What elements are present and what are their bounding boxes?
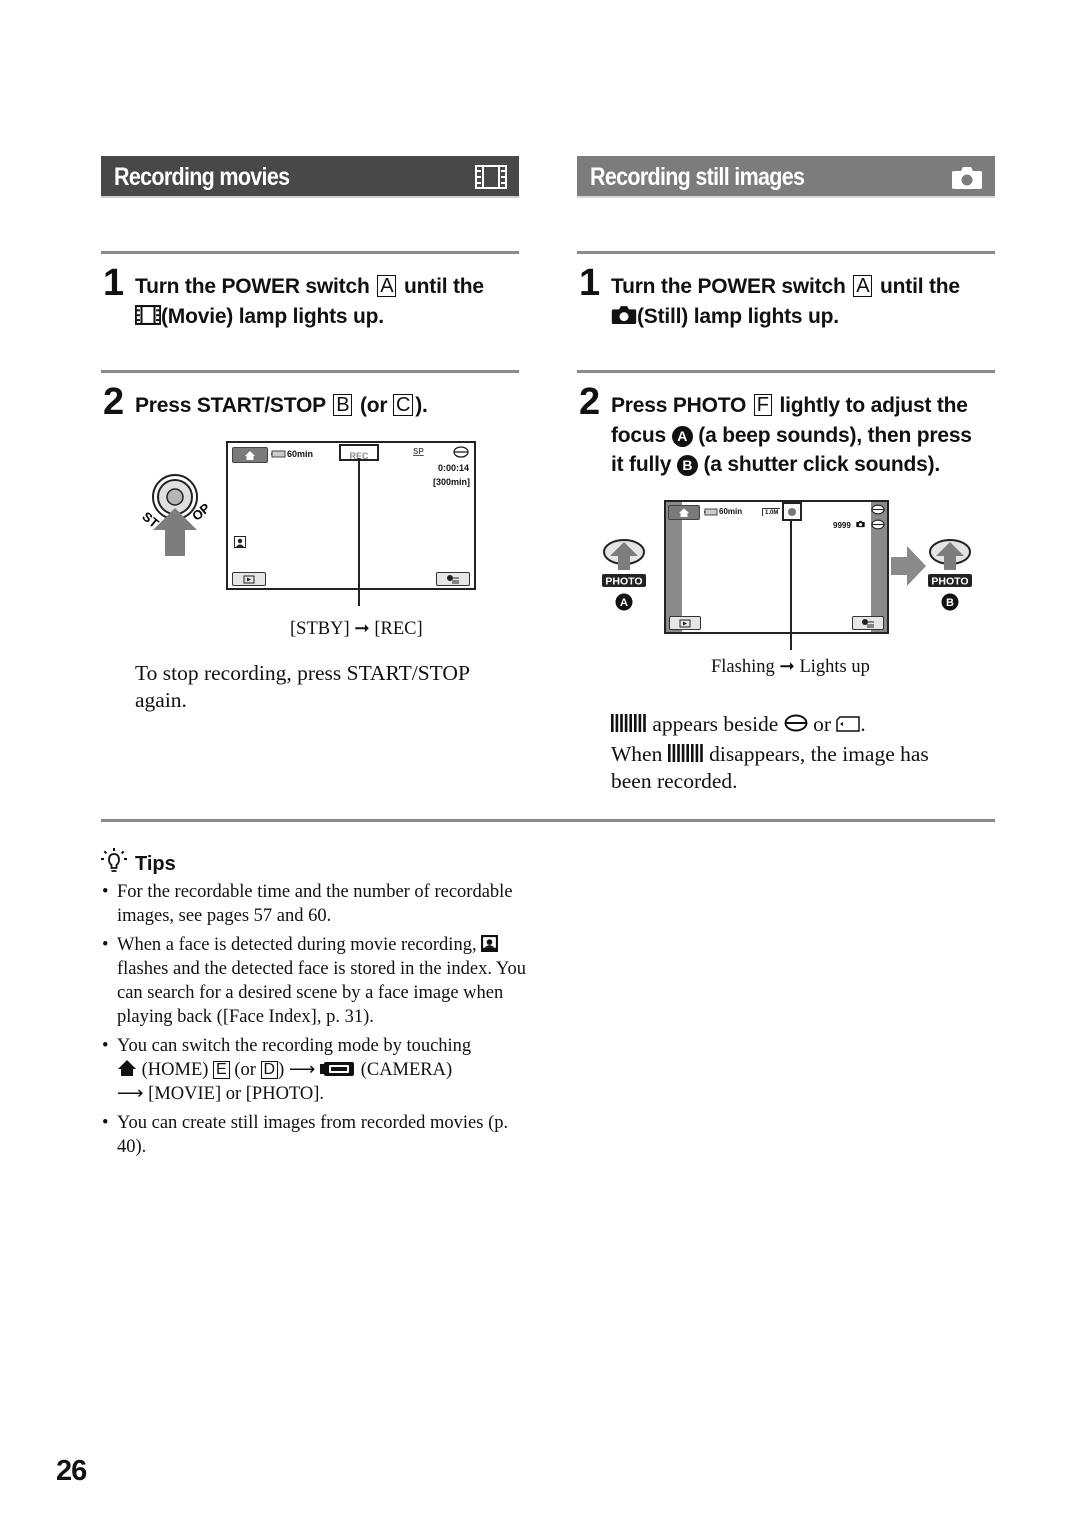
focus-caption: Flashing ➞ Lights up xyxy=(711,657,870,677)
divider xyxy=(101,370,519,373)
section-title-still: Recording still images xyxy=(590,163,805,191)
recording-note: appears beside or . When disappears, the… xyxy=(611,712,929,793)
step-2-instruction: Press PHOTO F lightly to adjust the focu… xyxy=(611,394,972,476)
focus-indicator xyxy=(782,502,802,521)
arrow-right-icon: ⟶ xyxy=(117,1084,144,1104)
camera-icon xyxy=(856,520,865,528)
step-2-instruction: Press START/STOP B (or C). xyxy=(135,394,428,417)
section-title-movies: Recording movies xyxy=(114,163,290,191)
tip-item: • When a face is detected during movie r… xyxy=(102,935,526,1027)
photo-label: PHOTO xyxy=(931,576,968,588)
tips-header: Tips xyxy=(101,848,176,876)
divider xyxy=(101,819,995,822)
home-icon xyxy=(245,451,255,460)
stop-recording-note: To stop recording, press START/STOP agai… xyxy=(135,661,470,712)
rec-caption: [STBY] ➞ [REC] xyxy=(290,619,423,639)
callout-line xyxy=(358,458,360,606)
photo-button-half-press-illustration: PHOTO A xyxy=(602,539,646,611)
key-b: B xyxy=(333,394,353,416)
hdd-icon xyxy=(784,714,808,732)
battery-icon xyxy=(271,450,286,458)
option-icon xyxy=(862,619,874,628)
recording-time: 0:00:14 xyxy=(437,463,469,473)
remaining-time: [300min] xyxy=(432,477,470,487)
playback-button[interactable] xyxy=(232,572,266,586)
key-f: F xyxy=(753,394,772,416)
option-button[interactable] xyxy=(436,572,470,586)
film-icon xyxy=(475,165,507,189)
label-a: A xyxy=(620,597,628,609)
section-header-movies: Recording movies xyxy=(101,156,519,198)
home-icon xyxy=(679,508,689,517)
key-e: E xyxy=(213,1061,230,1079)
page-number: 26 xyxy=(56,1455,87,1487)
label-b: B xyxy=(946,597,954,609)
quality-sp: SP xyxy=(413,447,424,456)
battery-icon xyxy=(704,508,718,516)
lcd-screen-still: 60min 1.0M 9999 xyxy=(664,500,889,634)
photo-label: PHOTO xyxy=(605,576,642,588)
face-detection-icon xyxy=(481,935,499,952)
memory-card-icon xyxy=(836,716,861,732)
section-header-still: Recording still images xyxy=(577,156,995,198)
divider xyxy=(577,370,995,373)
play-icon xyxy=(243,575,255,584)
screen-side-bar-left xyxy=(666,502,682,632)
lcd-screen-movie: 60min REC SP 0:00:14 [300min] xyxy=(226,441,476,590)
option-button[interactable] xyxy=(852,616,884,630)
playback-button[interactable] xyxy=(669,616,701,630)
step-1-instruction: Turn the POWER switch A until the (Movie… xyxy=(134,275,484,328)
film-icon xyxy=(134,304,162,325)
arrow-right-icon: ⟶ xyxy=(288,1060,316,1080)
marker-b: B xyxy=(676,455,698,476)
callout-line xyxy=(790,519,792,650)
camera-icon xyxy=(952,167,982,189)
arrow-right-icon xyxy=(891,546,926,586)
step-number: 2 xyxy=(103,381,124,423)
image-size: 1.0M xyxy=(762,508,781,516)
marker-a: A xyxy=(671,425,693,447)
step-number: 1 xyxy=(579,262,600,304)
home-button[interactable] xyxy=(668,505,700,520)
tip-item: • You can create still images from recor… xyxy=(102,1113,509,1157)
key-a: A xyxy=(377,275,397,297)
recording-bars-icon xyxy=(611,714,646,732)
tips-list: • For the recordable time and the number… xyxy=(101,880,526,1164)
face-detection-icon xyxy=(234,536,246,548)
battery-remaining: 60min xyxy=(719,507,743,516)
home-button[interactable] xyxy=(232,447,268,463)
option-icon xyxy=(447,575,459,584)
recordable-image-count: 9999 xyxy=(833,521,851,530)
camera-icon xyxy=(611,305,637,324)
start-stop-button-illustration: ST OP xyxy=(140,474,213,556)
step-1-instruction: Turn the POWER switch A until the (Still… xyxy=(611,275,960,328)
tip-item: • You can switch the recording mode by t… xyxy=(102,1036,472,1104)
hdd-icon xyxy=(871,519,885,530)
step-number: 1 xyxy=(103,262,124,304)
home-icon xyxy=(118,1060,136,1076)
photo-button-full-press-illustration: PHOTO B xyxy=(928,539,972,611)
play-icon xyxy=(679,619,691,628)
camera-mode-icon xyxy=(320,1062,355,1076)
hdd-icon xyxy=(453,446,469,458)
step-number: 2 xyxy=(579,381,600,423)
recording-bars-icon xyxy=(667,744,703,762)
tip-item: • For the recordable time and the number… xyxy=(102,882,513,926)
lightbulb-icon xyxy=(101,848,127,872)
key-c: C xyxy=(393,394,414,416)
hdd-icon xyxy=(871,504,885,515)
key-a: A xyxy=(853,275,873,297)
tips-title: Tips xyxy=(135,853,176,875)
key-d: D xyxy=(260,1061,279,1079)
battery-remaining: 60min xyxy=(287,449,314,459)
divider xyxy=(101,251,519,254)
divider xyxy=(577,251,995,254)
